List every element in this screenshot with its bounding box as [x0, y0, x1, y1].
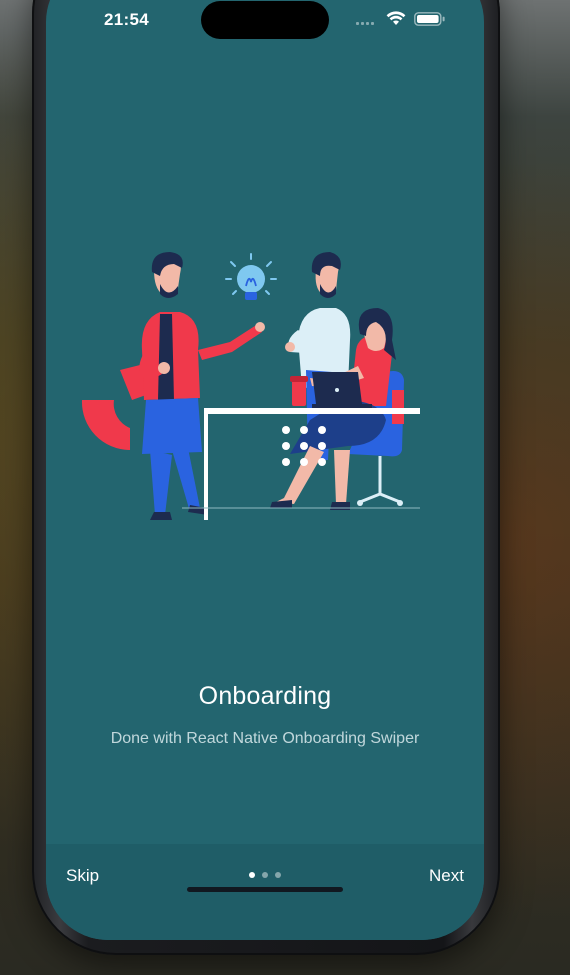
onboarding-footer: Skip Next: [46, 844, 484, 940]
pagination-dot: [275, 872, 281, 878]
pagination-dots: [249, 872, 281, 878]
skip-button[interactable]: Skip: [66, 866, 99, 886]
red-arc-decoration: [81, 400, 130, 450]
next-button[interactable]: Next: [429, 866, 464, 886]
status-bar: 21:54: [46, 0, 484, 40]
app-screen: 21:54 Onboarding Done with React Native …: [46, 0, 484, 940]
status-time: 21:54: [104, 10, 149, 29]
slide-title: Onboarding: [198, 682, 332, 710]
slide-subtitle: Done with React Native Onboarding Swiper: [110, 730, 420, 747]
pagination-dot-active: [249, 872, 255, 878]
dynamic-island: [201, 1, 329, 39]
coffee-cup-icon: [290, 376, 308, 406]
home-indicator: [187, 887, 343, 892]
team-meeting-illustration: [81, 252, 420, 520]
wifi-icon: [386, 11, 406, 25]
light-bulb-icon: [225, 253, 277, 300]
pagination-dot: [262, 872, 268, 878]
battery-icon: [414, 12, 445, 26]
cellular-signal-icon: [356, 22, 374, 25]
